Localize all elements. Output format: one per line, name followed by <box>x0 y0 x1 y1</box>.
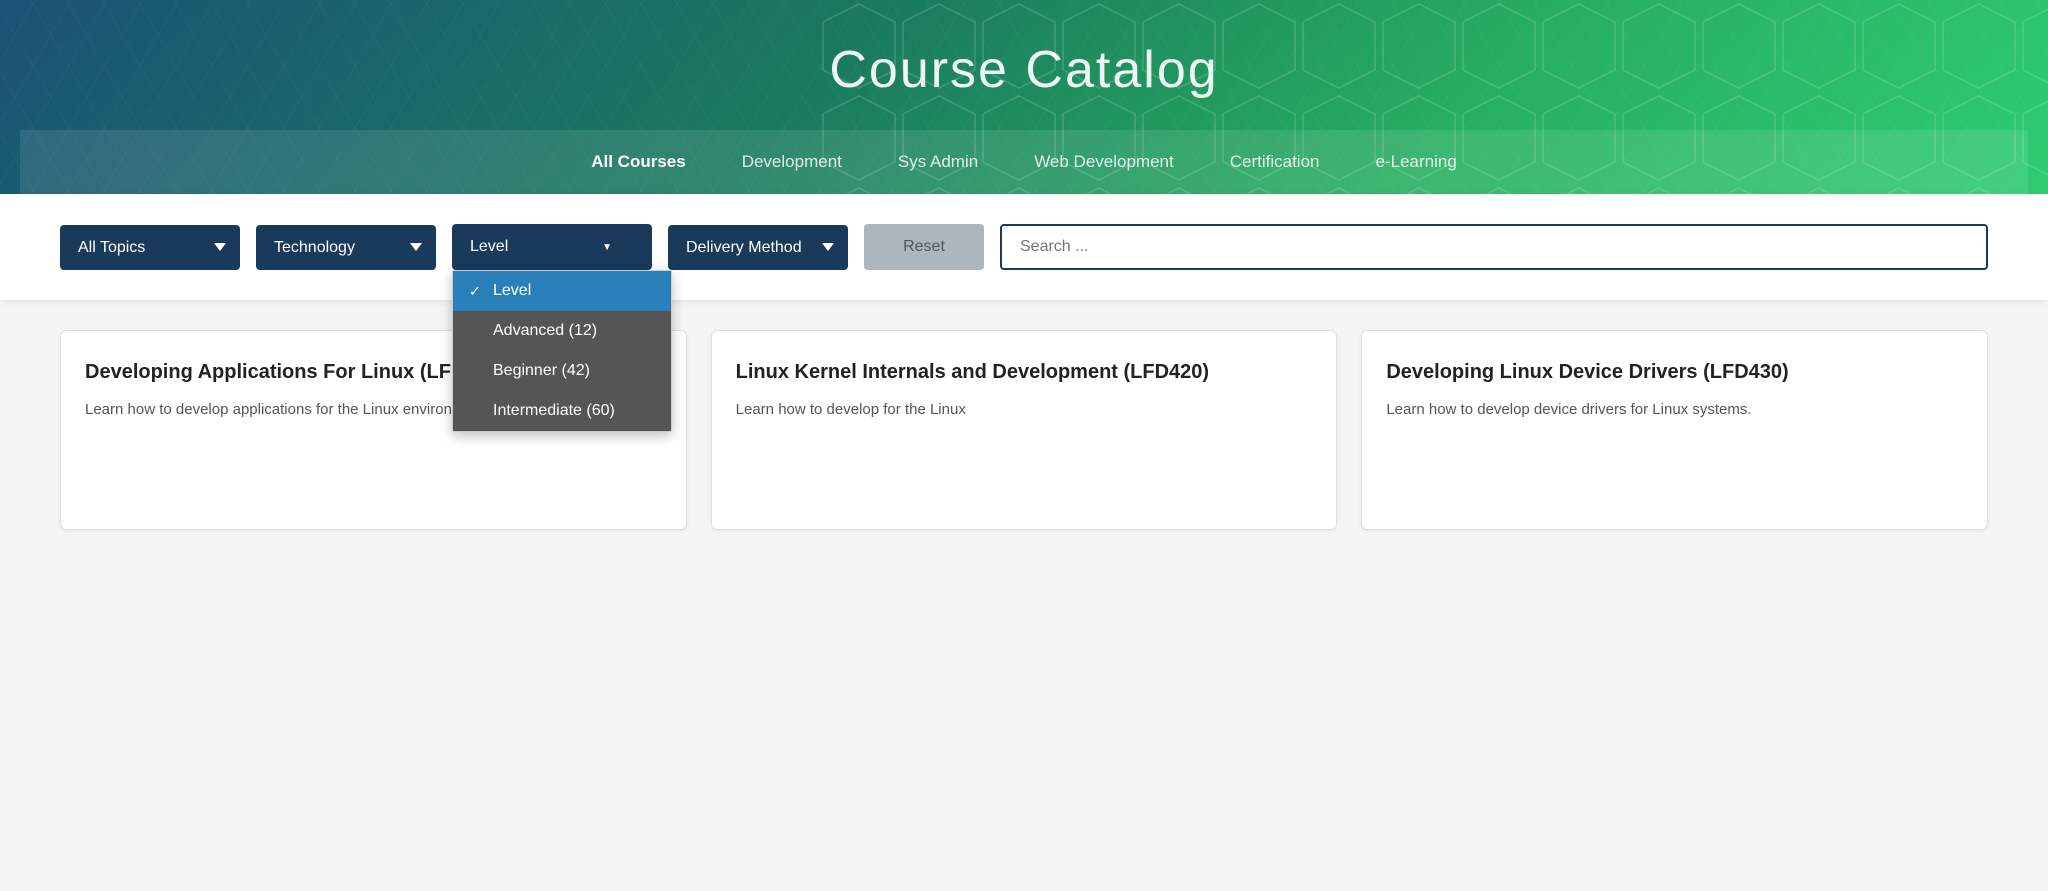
course-card: Linux Kernel Internals and Development (… <box>711 330 1338 530</box>
reset-button[interactable]: Reset <box>864 224 984 270</box>
nav-item-web-development[interactable]: Web Development <box>1006 146 1202 178</box>
level-option-beginner[interactable]: Beginner (42) <box>453 351 671 391</box>
search-input[interactable] <box>1000 224 1988 270</box>
course-title: Linux Kernel Internals and Development (… <box>736 359 1313 385</box>
level-dropdown-trigger[interactable]: Level ▼ <box>452 224 652 270</box>
topics-select[interactable]: All Topics <box>60 225 240 270</box>
hero-section: Course Catalog All CoursesDevelopmentSys… <box>0 0 2048 194</box>
page-title: Course Catalog <box>20 40 2028 130</box>
filter-bar: All Topics Technology Level ▼ ✓ Level Ad… <box>0 194 2048 300</box>
course-description: Learn how to develop device drivers for … <box>1386 399 1963 422</box>
nav-item-development[interactable]: Development <box>714 146 870 178</box>
course-description: Learn how to develop for the Linux <box>736 399 1313 422</box>
category-nav: All CoursesDevelopmentSys AdminWeb Devel… <box>20 130 2028 194</box>
check-icon: ✓ <box>469 283 485 300</box>
nav-item-sys-admin[interactable]: Sys Admin <box>870 146 1006 178</box>
course-card: Developing Linux Device Drivers (LFD430)… <box>1361 330 1988 530</box>
level-option-label-1: Advanced (12) <box>493 322 597 340</box>
level-trigger-label: Level <box>470 238 508 256</box>
nav-item-all-courses[interactable]: All Courses <box>563 146 713 178</box>
delivery-select[interactable]: Delivery Method <box>668 225 848 270</box>
course-title: Developing Linux Device Drivers (LFD430) <box>1386 359 1963 385</box>
level-option-advanced[interactable]: Advanced (12) <box>453 311 671 351</box>
level-option-label-0: Level <box>493 282 531 300</box>
nav-item-e-learning[interactable]: e-Learning <box>1348 146 1485 178</box>
level-dropdown-wrapper: Level ▼ ✓ Level Advanced (12) Beginner (… <box>452 224 652 270</box>
level-option-label-2: Beginner (42) <box>493 362 590 380</box>
nav-item-certification[interactable]: Certification <box>1202 146 1348 178</box>
level-option-intermediate[interactable]: Intermediate (60) <box>453 391 671 431</box>
level-dropdown-menu: ✓ Level Advanced (12) Beginner (42) Inte… <box>452 270 672 432</box>
level-option-level[interactable]: ✓ Level <box>453 271 671 311</box>
courses-grid: Developing Applications For Linux (LFD40… <box>0 300 2048 560</box>
level-option-label-3: Intermediate (60) <box>493 402 615 420</box>
technology-select[interactable]: Technology <box>256 225 436 270</box>
chevron-down-icon: ▼ <box>602 242 612 253</box>
